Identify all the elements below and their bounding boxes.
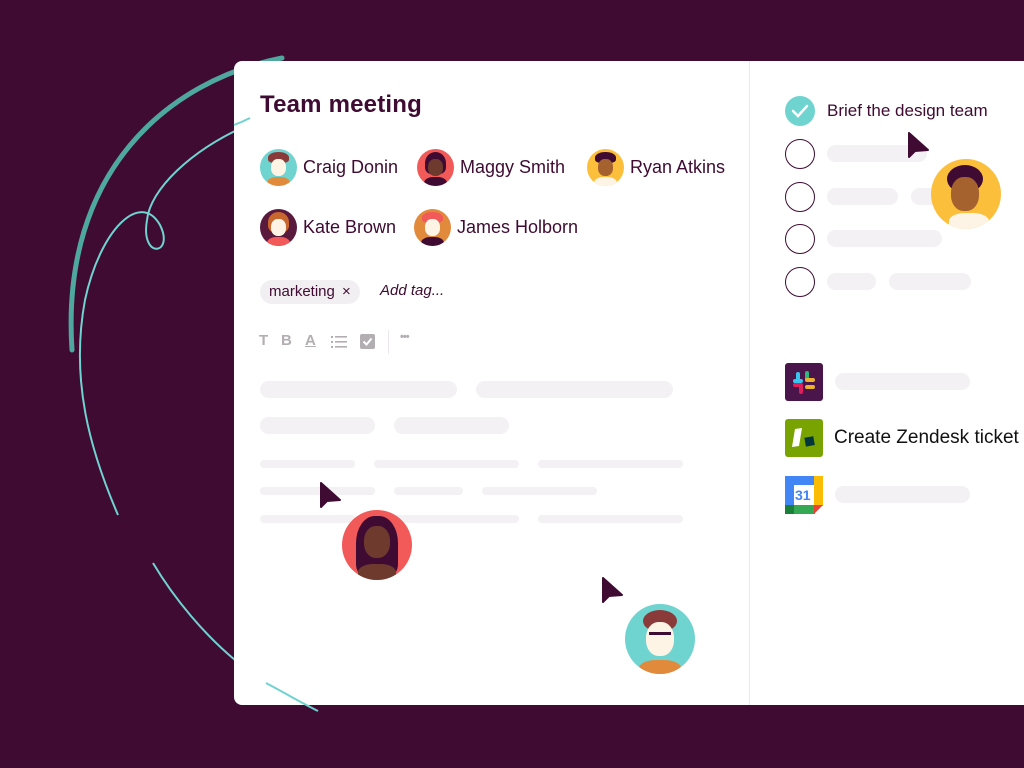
tag-label: marketing <box>269 283 335 300</box>
integration-label: Create Zendesk ticket <box>834 427 1019 448</box>
integration-placeholder <box>835 486 970 503</box>
participant-ryan[interactable]: Ryan Atkins <box>587 149 725 186</box>
task-checkbox[interactable] <box>785 267 815 297</box>
collaborator-avatar-craig <box>625 604 695 674</box>
task-label: Brief the design team <box>827 101 988 120</box>
avatar <box>260 149 297 186</box>
toolbar-divider <box>388 330 389 354</box>
text-placeholder <box>482 487 597 495</box>
text-placeholder <box>476 381 673 398</box>
tag-marketing: marketing × <box>260 280 360 304</box>
task-placeholder <box>827 188 898 205</box>
integration-placeholder <box>835 373 970 390</box>
more-options-icon[interactable]: ••• <box>400 331 410 343</box>
participant-name: Kate Brown <box>303 217 397 237</box>
collaborator-avatar-maggy <box>342 510 412 580</box>
avatar <box>414 209 451 246</box>
text-placeholder <box>260 460 355 468</box>
task-checkbox[interactable] <box>785 224 815 254</box>
text-placeholder <box>538 460 683 468</box>
text-style-icon[interactable]: T <box>259 332 268 349</box>
participant-maggy[interactable]: Maggy Smith <box>417 149 565 186</box>
panel-divider <box>749 61 750 705</box>
participant-james[interactable]: James Holborn <box>414 209 578 246</box>
meeting-card: Team meeting Craig Donin Maggy Smith Rya… <box>234 61 1024 705</box>
collaborator-avatar-ryan <box>931 159 1001 229</box>
avatar <box>260 209 297 246</box>
task-checkbox[interactable] <box>785 182 815 212</box>
avatar <box>587 149 624 186</box>
participant-name: Craig Donin <box>303 157 399 177</box>
task-checkbox-done[interactable] <box>785 96 815 126</box>
text-placeholder <box>260 487 375 495</box>
task-checkbox[interactable] <box>785 139 815 169</box>
zendesk-icon[interactable] <box>785 419 823 457</box>
collaborator-cursor-icon <box>602 577 623 603</box>
text-placeholder <box>260 417 375 434</box>
remove-tag-icon[interactable]: × <box>342 283 351 300</box>
task-placeholder <box>827 230 942 247</box>
participant-name: Maggy Smith <box>460 157 566 177</box>
bullet-list-icon[interactable] <box>331 335 347 348</box>
participant-name: James Holborn <box>457 217 579 237</box>
participant-kate[interactable]: Kate Brown <box>260 209 396 246</box>
text-placeholder <box>260 515 355 523</box>
task-placeholder <box>889 273 971 290</box>
google-calendar-icon[interactable]: 31 <box>785 476 823 514</box>
text-color-icon[interactable]: A <box>305 332 316 349</box>
participant-craig[interactable]: Craig Donin <box>260 149 398 186</box>
text-placeholder <box>538 515 683 523</box>
text-placeholder <box>394 417 509 434</box>
collaborator-cursor-icon <box>320 482 341 508</box>
avatar <box>417 149 454 186</box>
text-placeholder <box>260 381 457 398</box>
checkmark-icon <box>791 104 809 118</box>
calendar-day: 31 <box>795 487 811 503</box>
page-title: Team meeting <box>260 91 422 118</box>
text-placeholder <box>374 460 519 468</box>
text-placeholder <box>394 487 463 495</box>
add-tag-input[interactable]: Add tag... <box>380 282 444 299</box>
task-placeholder <box>827 273 876 290</box>
slack-icon[interactable] <box>785 363 823 401</box>
participant-name: Ryan Atkins <box>630 157 726 177</box>
collaborator-cursor-icon <box>908 132 929 158</box>
bold-icon[interactable]: B <box>281 332 292 349</box>
checkbox-icon[interactable] <box>360 334 375 349</box>
